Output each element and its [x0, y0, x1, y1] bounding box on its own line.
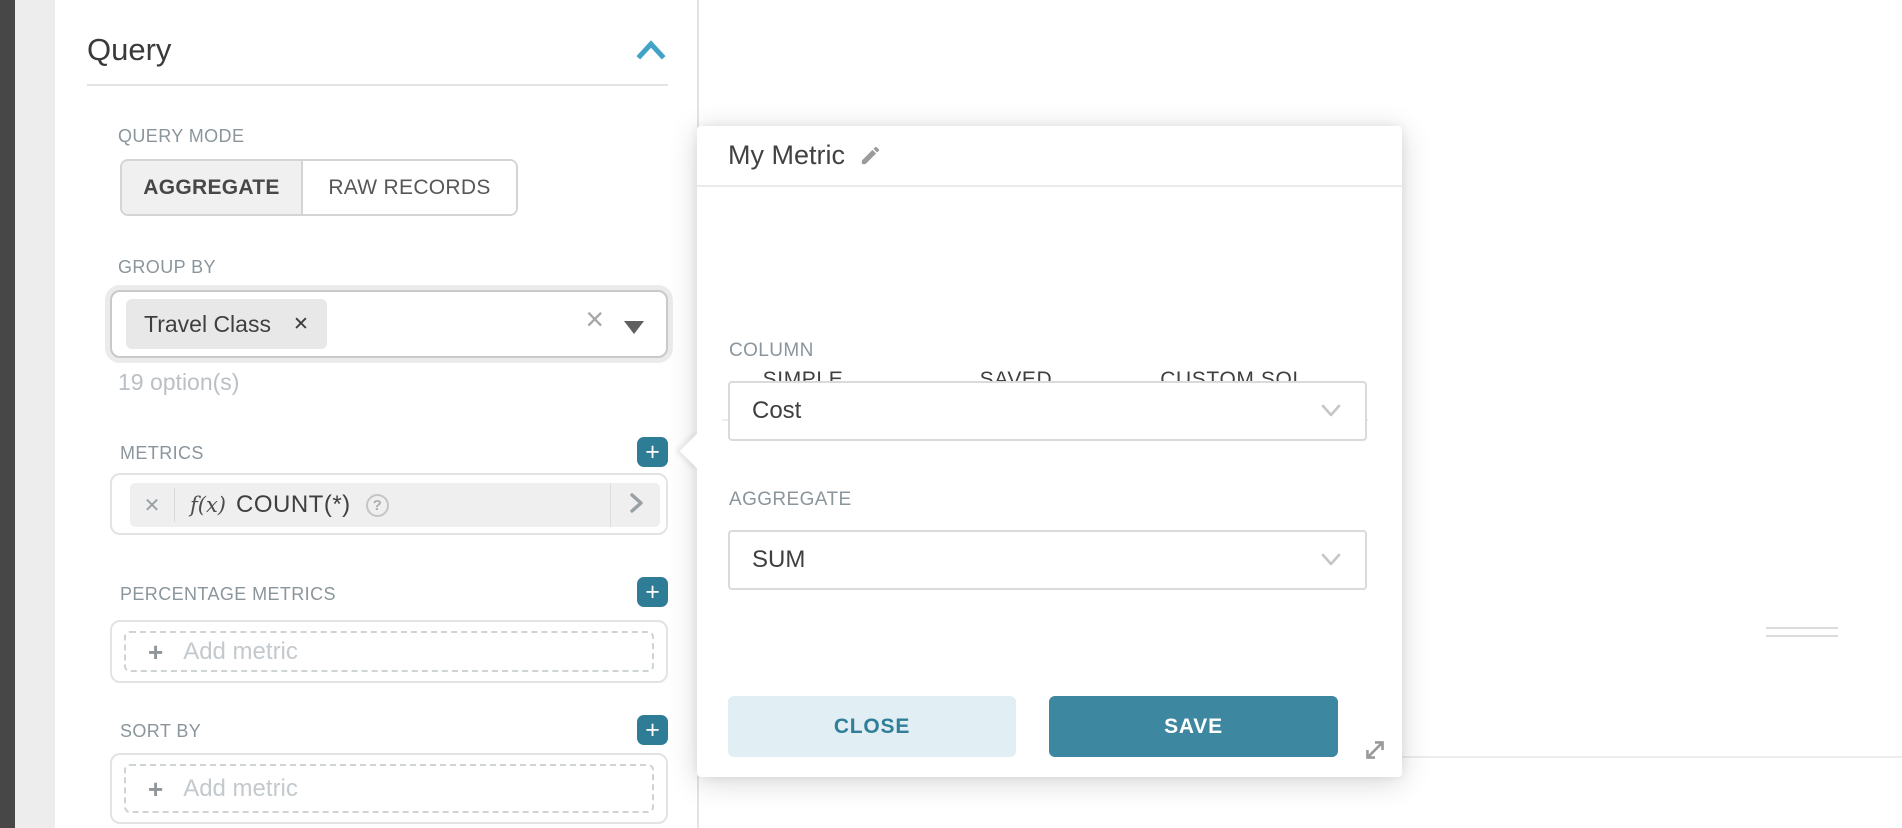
plus-icon: + [148, 776, 163, 802]
title-divider [87, 84, 668, 86]
add-percentage-metric-dropzone[interactable]: + Add metric [124, 631, 654, 672]
query-panel-title: Query [87, 33, 171, 67]
query-mode-option-raw-records[interactable]: RAW RECORDS [303, 161, 516, 214]
left-edge-dark-rail [0, 0, 15, 828]
query-mode-label: QUERY MODE [118, 127, 244, 145]
metric-pill-count[interactable]: ✕ f(x) COUNT(*) ? [130, 483, 660, 527]
popover-header: My Metric [697, 126, 1402, 187]
help-icon[interactable]: ? [366, 494, 389, 517]
chart-builder-screen: Query QUERY MODE AGGREGATE RAW RECORDS G… [0, 0, 1902, 828]
aggregate-select-value: SUM [752, 546, 805, 574]
pill-separator [174, 488, 175, 522]
query-mode-toggle: AGGREGATE RAW RECORDS [120, 159, 518, 216]
chevron-right-icon [626, 491, 646, 520]
remove-metric-icon[interactable]: ✕ [130, 493, 174, 518]
aggregate-label: AGGREGATE [729, 490, 852, 509]
plus-icon: + [645, 718, 660, 743]
query-mode-option-aggregate[interactable]: AGGREGATE [122, 161, 303, 214]
add-sort-by-button[interactable]: + [637, 715, 668, 745]
add-percentage-metric-button[interactable]: + [637, 577, 668, 607]
collapse-section-button[interactable] [636, 38, 666, 62]
drag-handle[interactable] [1766, 627, 1838, 629]
sort-by-label: SORT BY [120, 722, 201, 740]
aggregate-select[interactable]: SUM [728, 530, 1367, 590]
save-button[interactable]: SAVE [1049, 696, 1338, 757]
column-label: COLUMN [729, 341, 814, 360]
group-by-options-hint: 19 option(s) [118, 369, 239, 396]
caret-down-icon[interactable] [624, 321, 644, 334]
add-metric-button[interactable]: + [637, 437, 668, 467]
metrics-field: ✕ f(x) COUNT(*) ? [110, 473, 668, 535]
chevron-down-icon [1319, 552, 1343, 568]
percentage-metrics-label: PERCENTAGE METRICS [120, 585, 336, 603]
column-select-value: Cost [752, 397, 801, 425]
close-button[interactable]: CLOSE [728, 696, 1016, 757]
left-edge-light-rail [15, 0, 55, 828]
group-by-select[interactable]: Travel Class ✕ × [110, 290, 668, 358]
metric-name: COUNT(*) [236, 491, 351, 519]
metric-expand-handle[interactable] [610, 483, 660, 527]
chevron-up-icon [636, 49, 666, 66]
add-metric-placeholder: Add metric [183, 638, 298, 666]
tag-remove-icon[interactable]: ✕ [293, 313, 309, 336]
plus-icon: + [645, 440, 660, 465]
chart-card-border [1402, 756, 1902, 758]
column-select[interactable]: Cost [728, 381, 1367, 441]
group-by-label: GROUP BY [118, 258, 216, 276]
group-by-tag-label: Travel Class [144, 311, 271, 338]
chevron-down-icon [1319, 403, 1343, 419]
plus-icon: + [645, 580, 660, 605]
drag-handle[interactable] [1766, 635, 1838, 637]
metric-title: My Metric [728, 140, 845, 171]
edit-pencil-icon[interactable] [859, 144, 882, 167]
plus-icon: + [148, 639, 163, 665]
metric-editor-popover: My Metric SIMPLE SAVED CUSTOM SQL COLUMN… [697, 126, 1402, 777]
metrics-label: METRICS [120, 444, 204, 462]
percentage-metrics-field: + Add metric [110, 620, 668, 683]
function-icon: f(x) [190, 493, 226, 517]
group-by-tag[interactable]: Travel Class ✕ [126, 299, 327, 349]
resize-expand-icon[interactable] [1361, 736, 1391, 766]
add-metric-placeholder: Add metric [183, 775, 298, 803]
clear-all-icon[interactable]: × [585, 303, 604, 335]
add-sort-by-dropzone[interactable]: + Add metric [124, 764, 654, 813]
popover-arrow [680, 433, 717, 470]
sort-by-field: + Add metric [110, 753, 668, 824]
